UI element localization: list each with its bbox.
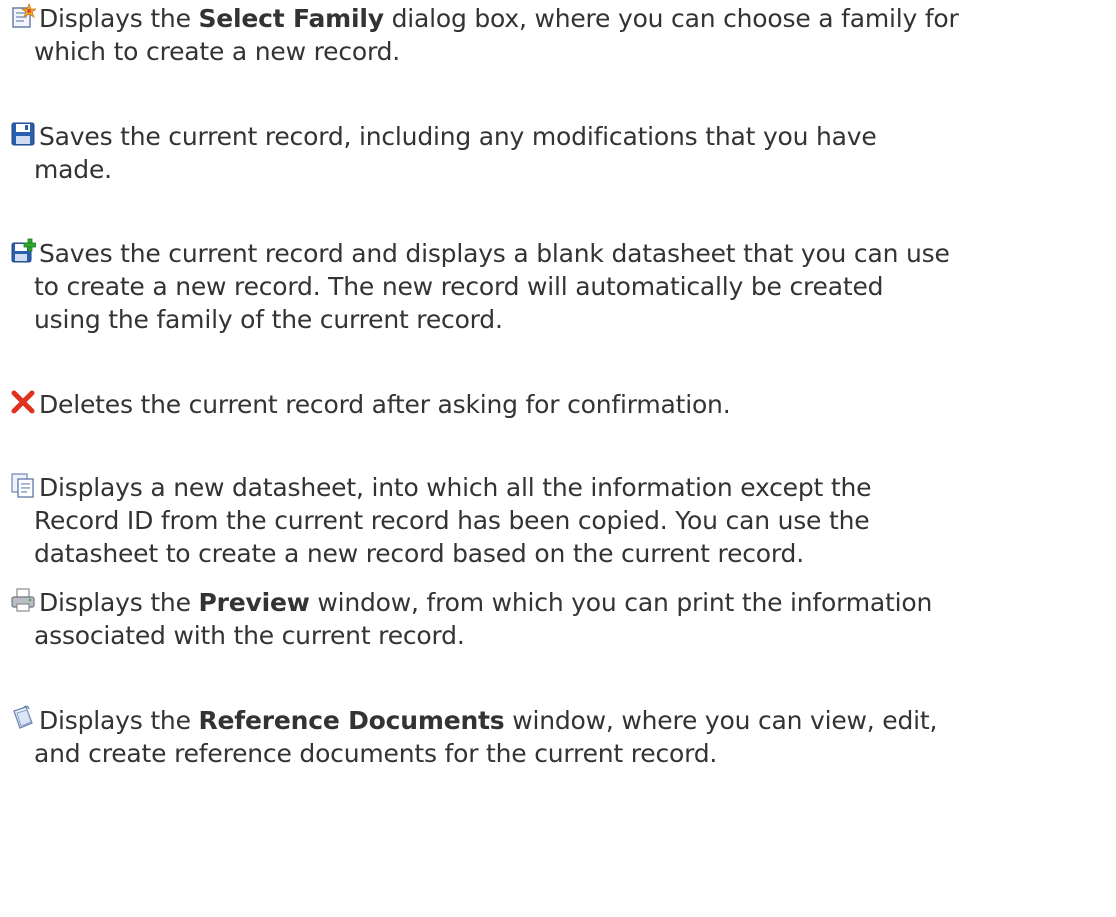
save-text-line2: made.: [34, 155, 112, 184]
copy-text-line2: Record ID from the current record has be…: [34, 506, 870, 535]
save-and-new-text-line1: Saves the current record and displays a …: [39, 239, 950, 268]
new-record-text-line2: which to create a new record.: [34, 37, 401, 66]
copy-text-line1: Displays a new datasheet, into which all…: [39, 473, 872, 502]
copy-text-line3: datasheet to create a new record based o…: [34, 539, 804, 568]
print-icon: [10, 587, 36, 613]
delete-description: Deletes the current record after asking …: [10, 388, 1100, 421]
reference-documents-description: Displays the Reference Documents window,…: [10, 704, 1100, 770]
new-record-icon: [10, 3, 36, 29]
reference-documents-icon: [10, 705, 36, 731]
copy-description: Displays a new datasheet, into which all…: [10, 471, 1100, 570]
preview-window-name: Preview: [198, 588, 310, 617]
save-and-new-text-line3: using the family of the current record.: [34, 305, 503, 334]
new-record-text-post: dialog box, where you can choose a famil…: [383, 4, 959, 33]
reference-documents-text-post: window, where you can view, edit,: [504, 706, 938, 735]
save-description: Saves the current record, including any …: [10, 120, 1100, 186]
reference-documents-text-line2: and create reference documents for the c…: [34, 739, 718, 768]
save-text-line1: Saves the current record, including any …: [39, 122, 877, 151]
toolbar-button-descriptions: Displays the Select Family dialog box, w…: [0, 0, 1116, 917]
save-and-new-description: Saves the current record and displays a …: [10, 237, 1100, 336]
save-and-new-icon: [10, 238, 36, 264]
reference-documents-window-name: Reference Documents: [198, 706, 505, 735]
delete-icon: [10, 389, 36, 415]
print-preview-text-post: window, from which you can print the inf…: [309, 588, 933, 617]
save-icon: [10, 121, 36, 147]
save-and-new-text-line2: to create a new record. The new record w…: [34, 272, 884, 301]
print-preview-description: Displays the Preview window, from which …: [10, 586, 1100, 652]
select-family-dialog-name: Select Family: [198, 4, 385, 33]
print-preview-text-line2: associated with the current record.: [34, 621, 465, 650]
new-record-description: Displays the Select Family dialog box, w…: [10, 2, 1100, 68]
print-preview-text-pre: Displays the: [39, 588, 199, 617]
new-record-text-pre: Displays the: [39, 4, 199, 33]
reference-documents-text-pre: Displays the: [39, 706, 199, 735]
delete-text-line1: Deletes the current record after asking …: [39, 390, 731, 419]
copy-icon: [10, 472, 36, 498]
